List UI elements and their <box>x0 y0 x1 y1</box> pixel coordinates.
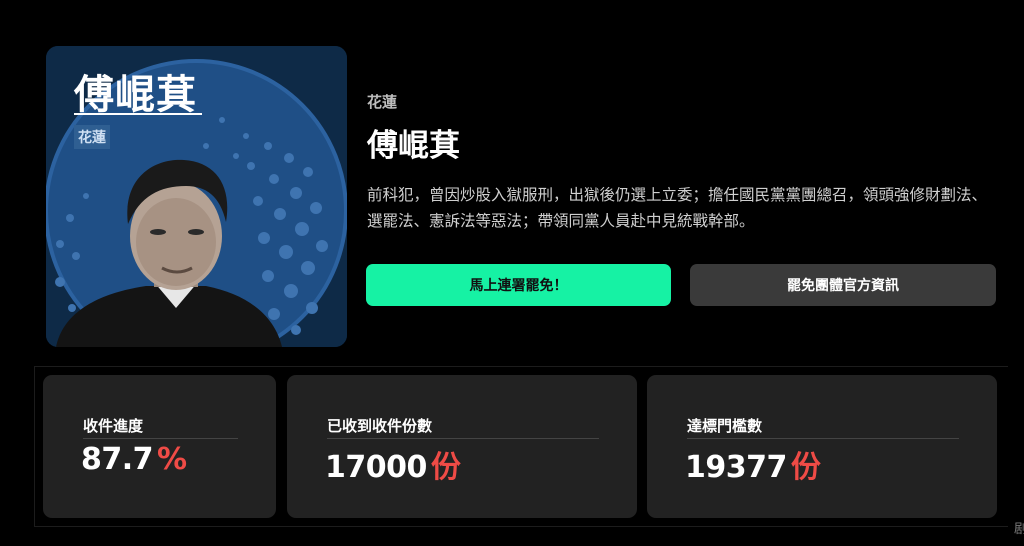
recall-candidate-page: 傅崐萁 花蓮 花蓮 傅崐萁 前科犯，曾因炒股入獄服刑，出獄後仍選上立委；擔任國民… <box>0 0 1024 546</box>
stat-label: 已收到收件份數 <box>327 417 433 435</box>
corner-glyph: 剧 <box>1014 522 1024 537</box>
stat-number: 87.7 <box>81 442 154 477</box>
stat-number: 19377 <box>685 450 787 485</box>
stat-card-received: 已收到收件份數 17000 份 <box>287 375 637 518</box>
stat-label: 收件進度 <box>83 417 144 435</box>
stat-unit: % <box>157 442 187 477</box>
stat-divider <box>327 438 599 439</box>
stat-number: 17000 <box>325 450 427 485</box>
candidate-portrait: 傅崐萁 花蓮 <box>46 46 347 347</box>
candidate-name: 傅崐萁 <box>367 128 460 164</box>
stat-label: 達標門檻數 <box>687 417 763 435</box>
candidate-region: 花蓮 <box>367 93 398 111</box>
candidate-description: 前科犯，曾因炒股入獄服刑，出獄後仍選上立委；擔任國民黨黨團總召，領頭強修財劃法、… <box>367 186 988 230</box>
portrait-name-overlay: 傅崐萁 <box>74 71 197 118</box>
stat-value: 87.7% <box>81 442 187 477</box>
stat-card-threshold: 達標門檻數 19377 份 <box>647 375 997 518</box>
stat-unit: 份 <box>790 450 821 485</box>
stat-value: 17000 份 <box>325 442 461 486</box>
stat-unit: 份 <box>430 450 461 485</box>
portrait-region-tag: 花蓮 <box>74 125 110 149</box>
stat-card-progress: 收件進度 87.7% <box>43 375 276 518</box>
portrait-divider <box>74 113 202 115</box>
stat-divider <box>83 438 238 439</box>
stat-divider <box>687 438 959 439</box>
official-info-button[interactable]: 罷免團體官方資訊 <box>690 264 996 306</box>
stat-value: 19377 份 <box>685 442 821 486</box>
sign-recall-button[interactable]: 馬上連署罷免！ <box>366 264 671 306</box>
